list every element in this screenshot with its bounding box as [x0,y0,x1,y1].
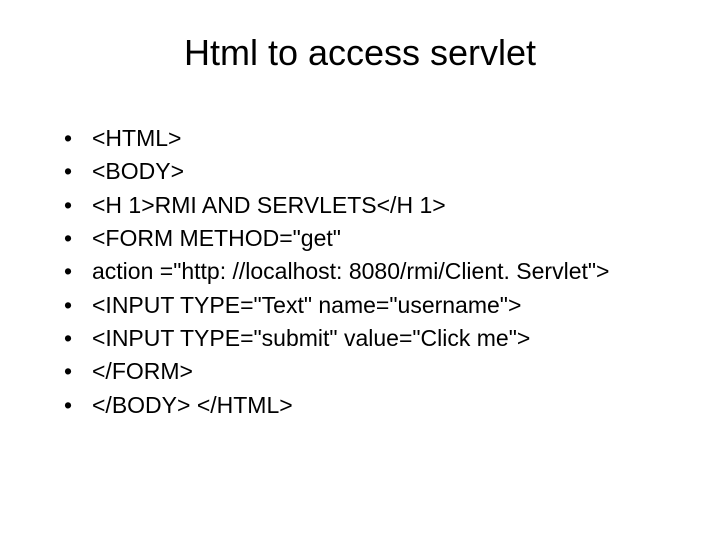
bullet-icon: • [64,222,92,255]
list-item: • <BODY> [64,155,680,188]
bullet-icon: • [64,389,92,422]
list-item: • <H 1>RMI AND SERVLETS</H 1> [64,189,680,222]
bullet-text: <INPUT TYPE="Text" name="username"> [92,289,680,322]
bullet-icon: • [64,289,92,322]
list-item: • <FORM METHOD="get" [64,222,680,255]
bullet-text: <HTML> [92,122,680,155]
bullet-icon: • [64,355,92,388]
bullet-list: • <HTML> • <BODY> • <H 1>RMI AND SERVLET… [0,122,720,422]
bullet-icon: • [64,122,92,155]
bullet-icon: • [64,322,92,355]
bullet-text: <INPUT TYPE="submit" value="Click me"> [92,322,680,355]
bullet-icon: • [64,189,92,222]
list-item: • <INPUT TYPE="Text" name="username"> [64,289,680,322]
list-item: • action ="http: //localhost: 8080/rmi/C… [64,255,680,288]
bullet-text: action ="http: //localhost: 8080/rmi/Cli… [92,255,680,288]
slide-title: Html to access servlet [0,32,720,74]
bullet-text: <H 1>RMI AND SERVLETS</H 1> [92,189,680,222]
list-item: • </FORM> [64,355,680,388]
bullet-icon: • [64,155,92,188]
bullet-text: </BODY> </HTML> [92,389,680,422]
bullet-text: <FORM METHOD="get" [92,222,680,255]
list-item: • </BODY> </HTML> [64,389,680,422]
list-item: • <HTML> [64,122,680,155]
bullet-text: </FORM> [92,355,680,388]
list-item: • <INPUT TYPE="submit" value="Click me"> [64,322,680,355]
bullet-icon: • [64,255,92,288]
bullet-text: <BODY> [92,155,680,188]
